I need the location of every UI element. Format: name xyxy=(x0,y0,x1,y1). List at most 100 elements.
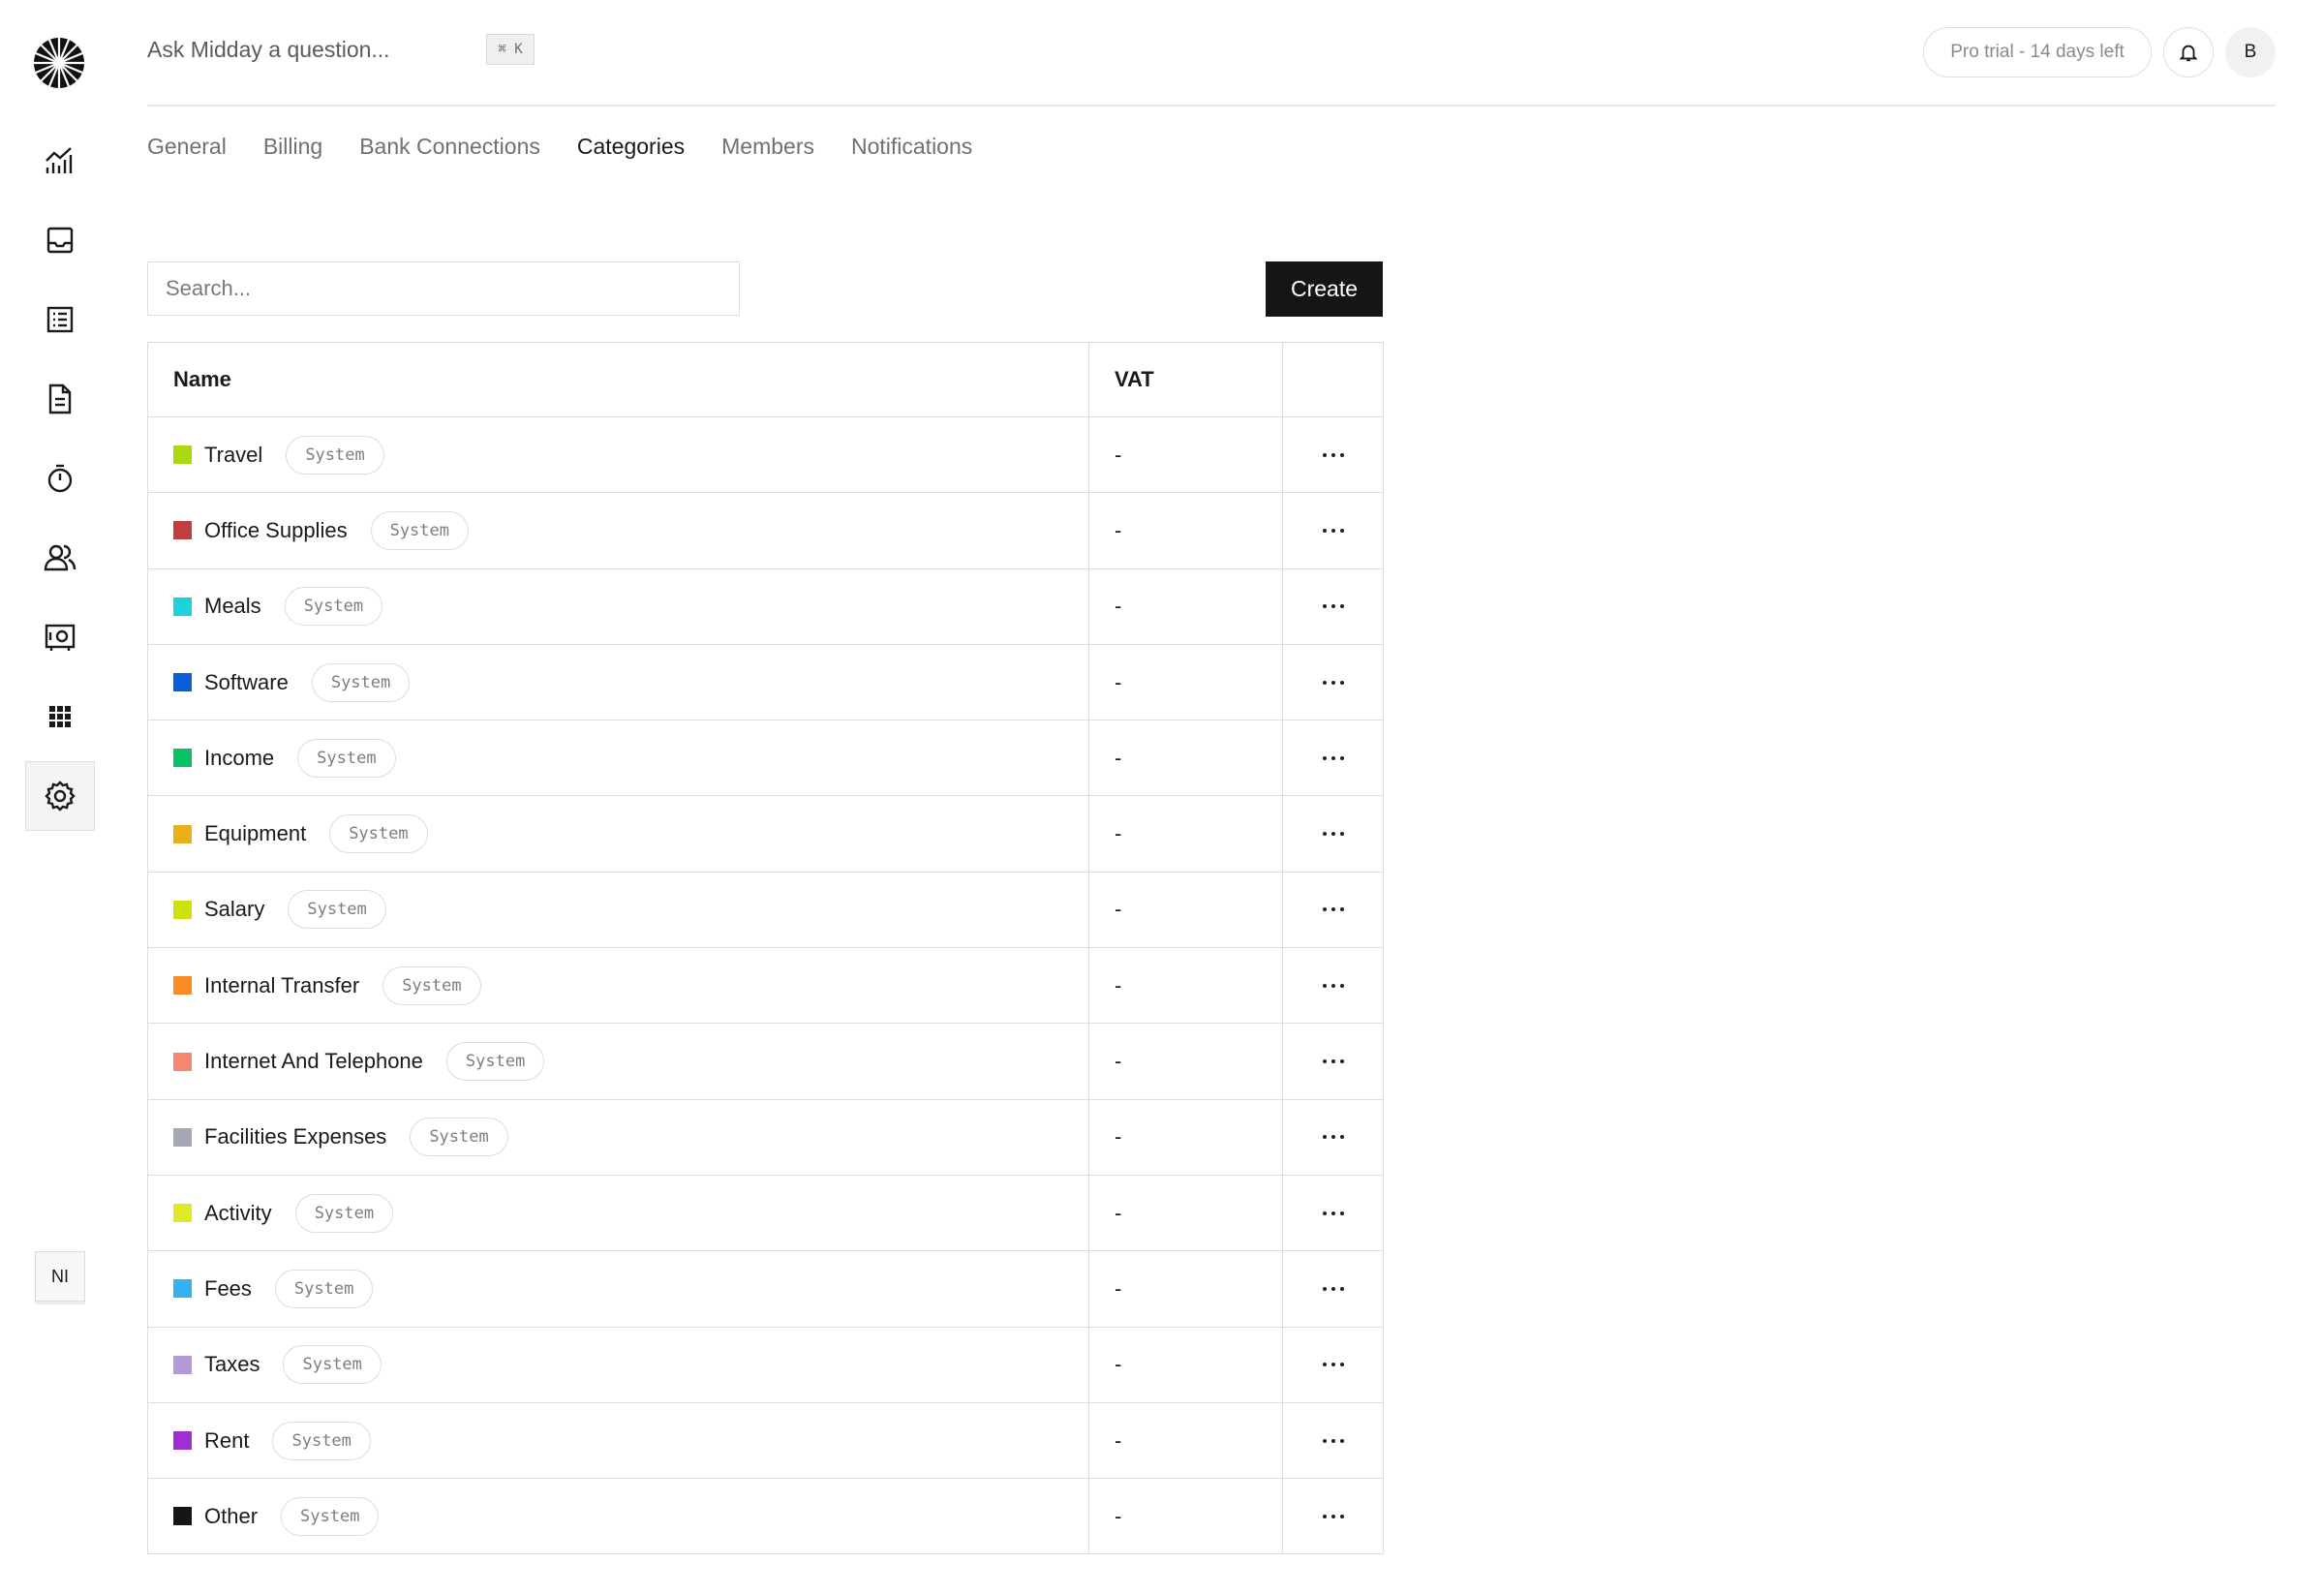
vat-cell: - xyxy=(1089,493,1283,568)
dot-icon xyxy=(1330,1059,1335,1064)
actions-cell xyxy=(1283,493,1383,567)
category-color-swatch xyxy=(173,521,192,540)
search-input[interactable] xyxy=(147,261,740,316)
dot-icon xyxy=(1330,832,1335,837)
actions-cell xyxy=(1283,1479,1383,1553)
more-actions-button[interactable] xyxy=(1322,680,1344,685)
sidebar-item-settings[interactable] xyxy=(25,761,95,831)
table-row[interactable]: Salary System - xyxy=(148,871,1383,948)
table-row[interactable]: Fees System - xyxy=(148,1250,1383,1327)
dot-icon xyxy=(1330,1286,1335,1291)
more-actions-button[interactable] xyxy=(1322,604,1344,609)
actions-cell xyxy=(1283,569,1383,644)
system-badge: System xyxy=(382,966,481,1005)
more-actions-button[interactable] xyxy=(1322,983,1344,988)
midday-logo-icon[interactable] xyxy=(33,37,85,89)
dot-icon xyxy=(1322,452,1327,457)
vat-cell: - xyxy=(1089,1024,1283,1099)
category-name: Fees xyxy=(204,1275,252,1301)
table-row[interactable]: Internet And Telephone System - xyxy=(148,1023,1383,1099)
table-row[interactable]: Software System - xyxy=(148,643,1383,720)
dot-icon xyxy=(1339,832,1344,837)
table-row[interactable]: Office Supplies System - xyxy=(148,492,1383,568)
category-cell: Taxes System xyxy=(148,1327,1089,1402)
dot-icon xyxy=(1339,1286,1344,1291)
tab-categories[interactable]: Categories xyxy=(577,134,685,160)
vat-cell: - xyxy=(1089,1402,1283,1479)
dot-icon xyxy=(1339,528,1344,533)
category-cell: Internal Transfer System xyxy=(148,948,1089,1024)
dot-icon xyxy=(1330,680,1335,685)
table-row[interactable]: Facilities Expenses System - xyxy=(148,1098,1383,1175)
tab-general[interactable]: General xyxy=(147,134,227,160)
table-row[interactable]: Other System - xyxy=(148,1478,1383,1554)
more-actions-button[interactable] xyxy=(1322,1286,1344,1291)
category-name: Facilities Expenses xyxy=(204,1124,387,1150)
table-row[interactable]: Rent System - xyxy=(148,1401,1383,1479)
system-badge: System xyxy=(288,890,386,930)
category-name: Other xyxy=(204,1503,259,1528)
table-row[interactable]: Taxes System - xyxy=(148,1326,1383,1402)
dot-icon xyxy=(1322,680,1327,685)
more-actions-button[interactable] xyxy=(1322,528,1344,533)
category-color-swatch xyxy=(173,1431,192,1450)
more-actions-button[interactable] xyxy=(1322,1438,1344,1443)
table-row[interactable]: Travel System - xyxy=(148,416,1383,493)
dot-icon xyxy=(1322,604,1327,609)
gear-icon xyxy=(45,781,76,812)
team-badge[interactable]: NI xyxy=(35,1251,85,1302)
category-color-swatch xyxy=(173,1052,192,1071)
category-cell: Software System xyxy=(148,644,1089,720)
more-actions-button[interactable] xyxy=(1322,907,1344,912)
category-color-swatch xyxy=(173,1355,192,1374)
tab-notifications[interactable]: Notifications xyxy=(851,134,972,160)
dot-icon xyxy=(1330,604,1335,609)
category-name: Meals xyxy=(204,594,261,619)
more-actions-button[interactable] xyxy=(1322,1135,1344,1140)
sidebar-item-inbox[interactable] xyxy=(25,205,95,275)
more-actions-button[interactable] xyxy=(1322,1211,1344,1215)
table-header-row: Name VAT xyxy=(148,343,1383,416)
actions-cell xyxy=(1283,796,1383,871)
column-header-actions xyxy=(1283,343,1383,416)
sidebar-item-customers[interactable] xyxy=(25,523,95,593)
category-color-swatch xyxy=(173,976,192,996)
sidebar-item-apps[interactable] xyxy=(25,682,95,751)
tab-bank-connections[interactable]: Bank Connections xyxy=(359,134,540,160)
table-row[interactable]: Equipment System - xyxy=(148,795,1383,872)
more-actions-button[interactable] xyxy=(1322,452,1344,457)
table-row[interactable]: Activity System - xyxy=(148,1174,1383,1251)
tab-members[interactable]: Members xyxy=(721,134,814,160)
sidebar-item-tracker[interactable] xyxy=(25,444,95,513)
sidebar-item-vault[interactable] xyxy=(25,602,95,672)
tab-billing[interactable]: Billing xyxy=(263,134,322,160)
table-row[interactable]: Meals System - xyxy=(148,567,1383,644)
sidebar-item-transactions[interactable] xyxy=(25,285,95,354)
more-actions-button[interactable] xyxy=(1322,1363,1344,1367)
sidebar-item-overview[interactable] xyxy=(25,126,95,196)
categories-table: Name VAT Travel System - Office Supplies Sys… xyxy=(147,342,1384,1555)
settings-tabs: General Billing Bank Connections Categor… xyxy=(147,134,972,160)
table-row[interactable]: Income System - xyxy=(148,720,1383,796)
system-badge: System xyxy=(445,1042,545,1082)
vat-cell: - xyxy=(1089,1251,1283,1327)
more-actions-button[interactable] xyxy=(1322,755,1344,760)
more-actions-button[interactable] xyxy=(1322,1059,1344,1064)
system-badge: System xyxy=(370,510,469,550)
more-actions-button[interactable] xyxy=(1322,832,1344,837)
sidebar-item-invoices[interactable] xyxy=(25,364,95,434)
more-actions-button[interactable] xyxy=(1322,1514,1344,1518)
dot-icon xyxy=(1339,452,1344,457)
notifications-button[interactable] xyxy=(2163,27,2214,77)
category-cell: Internet And Telephone System xyxy=(148,1024,1089,1099)
dot-icon xyxy=(1330,1135,1335,1140)
trial-badge[interactable]: Pro trial - 14 days left xyxy=(1923,27,2152,77)
actions-cell xyxy=(1283,1403,1383,1478)
create-button[interactable]: Create xyxy=(1266,261,1383,317)
dot-icon xyxy=(1339,1059,1344,1064)
dot-icon xyxy=(1322,1514,1327,1518)
table-row[interactable]: Internal Transfer System - xyxy=(148,947,1383,1024)
timer-icon xyxy=(47,464,73,493)
ask-midday-input[interactable]: Ask Midday a question... xyxy=(147,37,390,63)
avatar[interactable]: B xyxy=(2225,27,2276,77)
